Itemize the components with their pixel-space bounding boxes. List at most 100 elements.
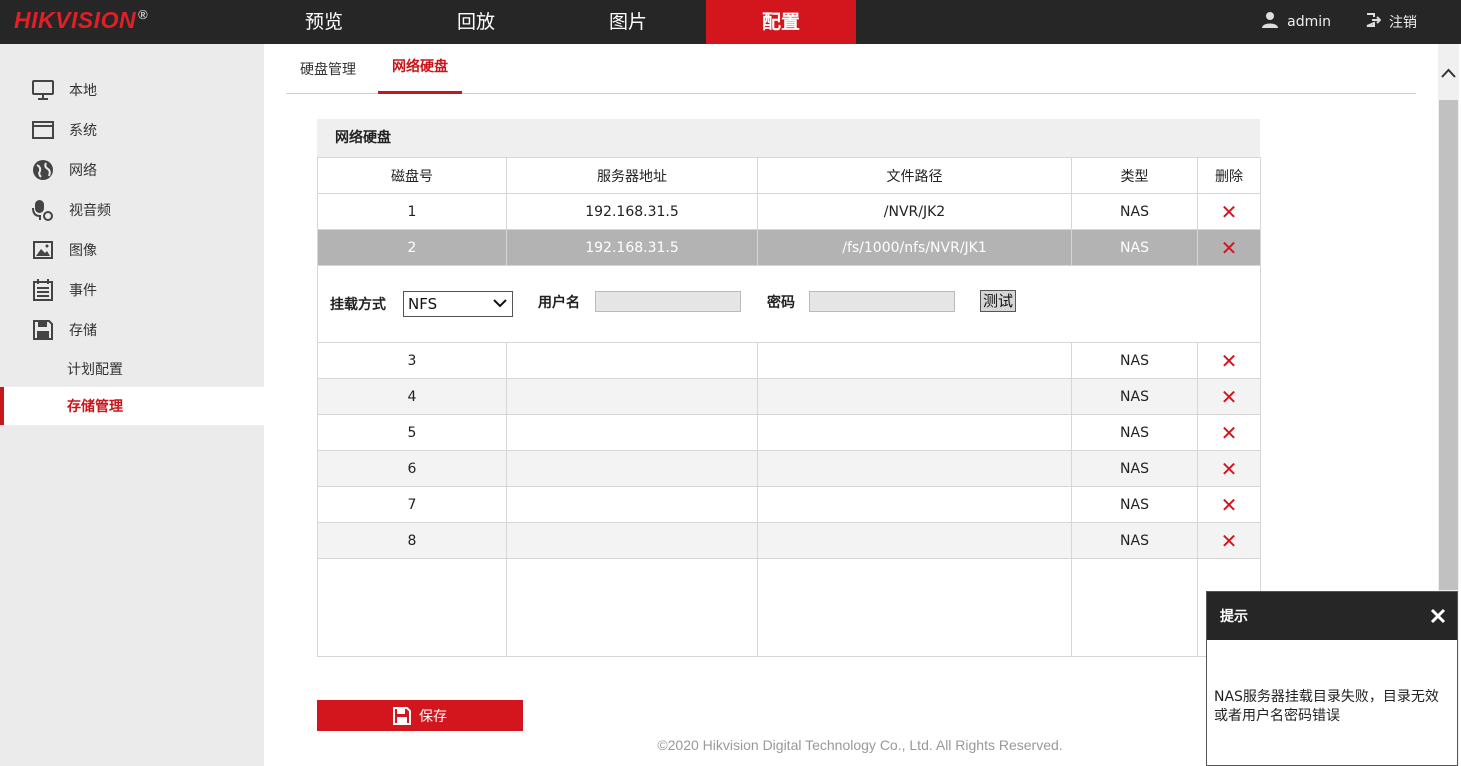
- password-field[interactable]: [809, 291, 955, 312]
- cell-disk-no: 8: [317, 522, 507, 559]
- cell-type: NAS: [1071, 414, 1198, 451]
- cell-delete: ✕: [1197, 229, 1261, 266]
- table-row[interactable]: 1 192.168.31.5 /NVR/JK2 NAS ✕: [317, 193, 1261, 230]
- cell-file-path[interactable]: [757, 522, 1072, 559]
- cell-disk-no: 5: [317, 414, 507, 451]
- cell-server-address[interactable]: 192.168.31.5: [506, 193, 758, 230]
- cell-delete: ✕: [1197, 414, 1261, 451]
- cell-server-address[interactable]: [506, 342, 758, 379]
- cell-server-address[interactable]: [506, 486, 758, 523]
- cell-server-address[interactable]: [506, 414, 758, 451]
- table-row[interactable]: 6 NAS ✕: [317, 450, 1261, 487]
- cell-type: NAS: [1071, 342, 1198, 379]
- sidebar-item-local[interactable]: 本地: [0, 70, 264, 110]
- cell-server-address[interactable]: [506, 378, 758, 415]
- cell-file-path[interactable]: /fs/1000/nfs/NVR/JK1: [757, 229, 1072, 266]
- delete-icon[interactable]: ✕: [1221, 457, 1238, 481]
- username-label: admin: [1287, 14, 1331, 30]
- cell-file-path[interactable]: /NVR/JK2: [757, 193, 1072, 230]
- nav-tab-picture[interactable]: 图片: [553, 0, 703, 44]
- delete-icon[interactable]: ✕: [1221, 493, 1238, 517]
- sidebar-item-video-audio[interactable]: 视音频: [0, 190, 264, 230]
- delete-icon[interactable]: ✕: [1221, 421, 1238, 445]
- cell-file-path[interactable]: [757, 486, 1072, 523]
- cell-delete: ✕: [1197, 522, 1261, 559]
- empty-cell: [1071, 558, 1198, 657]
- cell-server-address[interactable]: 192.168.31.5: [506, 229, 758, 266]
- sidebar-item-label: 视音频: [69, 203, 111, 219]
- cell-file-path[interactable]: [757, 450, 1072, 487]
- col-header-type: 类型: [1071, 157, 1198, 194]
- close-icon[interactable]: [1429, 607, 1447, 625]
- mount-settings-row: 挂载方式 NFS 用户名 密码 测试: [317, 265, 1261, 343]
- cell-delete: ✕: [1197, 193, 1261, 230]
- user-icon: [1261, 11, 1279, 33]
- cell-file-path[interactable]: [757, 378, 1072, 415]
- calendar-icon: [32, 279, 54, 301]
- tip-dialog: 提示 NAS服务器挂载目录失败，目录无效或者用户名密码错误: [1206, 591, 1458, 766]
- tab-network-disk[interactable]: 网络硬盘: [378, 44, 462, 94]
- username-label: 用户名: [538, 295, 580, 311]
- monitor-icon: [32, 79, 54, 101]
- image-icon: [32, 239, 54, 261]
- cell-disk-no: 6: [317, 450, 507, 487]
- table-row-selected[interactable]: 2 192.168.31.5 /fs/1000/nfs/NVR/JK1 NAS …: [317, 229, 1261, 266]
- delete-icon[interactable]: ✕: [1221, 349, 1238, 373]
- delete-icon[interactable]: ✕: [1221, 236, 1238, 260]
- logout-button[interactable]: 注销: [1365, 0, 1417, 44]
- table-row[interactable]: 5 NAS ✕: [317, 414, 1261, 451]
- sidebar-item-system[interactable]: 系统: [0, 110, 264, 150]
- sidebar-item-network[interactable]: 网络: [0, 150, 264, 190]
- nav-tab-preview[interactable]: 预览: [249, 0, 399, 44]
- cell-disk-no: 1: [317, 193, 507, 230]
- table-header: 磁盘号 服务器地址 文件路径 类型 删除: [317, 157, 1261, 194]
- user-menu[interactable]: admin: [1261, 0, 1331, 44]
- mount-method-label: 挂载方式: [330, 297, 386, 313]
- sidebar-item-storage[interactable]: 存储: [0, 310, 264, 350]
- sidebar-item-event[interactable]: 事件: [0, 270, 264, 310]
- cell-server-address[interactable]: [506, 522, 758, 559]
- cell-disk-no: 7: [317, 486, 507, 523]
- cell-delete: ✕: [1197, 342, 1261, 379]
- nav-tab-playback[interactable]: 回放: [401, 0, 551, 44]
- cell-type: NAS: [1071, 522, 1198, 559]
- chevron-down-icon: [493, 299, 507, 308]
- sidebar-item-image[interactable]: 图像: [0, 230, 264, 270]
- username-field[interactable]: [595, 291, 741, 312]
- table-empty-area: [317, 558, 1261, 657]
- delete-icon[interactable]: ✕: [1221, 529, 1238, 553]
- cell-file-path[interactable]: [757, 414, 1072, 451]
- cell-server-address[interactable]: [506, 450, 758, 487]
- table-row[interactable]: 7 NAS ✕: [317, 486, 1261, 523]
- video-audio-icon: [32, 199, 54, 221]
- floppy-icon: [393, 706, 411, 725]
- col-header-file-path: 文件路径: [757, 157, 1072, 194]
- scroll-up-icon[interactable]: [1438, 60, 1459, 86]
- tip-message: NAS服务器挂载目录失败，目录无效或者用户名密码错误: [1214, 689, 1439, 724]
- scrollbar-thumb[interactable]: [1439, 100, 1458, 590]
- nav-tab-config[interactable]: 配置: [706, 0, 856, 44]
- sidebar-item-label: 网络: [69, 163, 97, 179]
- copyright-footer: ©2020 Hikvision Digital Technology Co., …: [657, 737, 1063, 753]
- table-row[interactable]: 4 NAS ✕: [317, 378, 1261, 415]
- cell-file-path[interactable]: [757, 342, 1072, 379]
- delete-icon[interactable]: ✕: [1221, 385, 1238, 409]
- mount-settings-cell: 挂载方式 NFS 用户名 密码 测试: [317, 265, 1261, 343]
- mount-settings: 挂载方式 NFS 用户名 密码 测试: [318, 266, 1260, 342]
- sidebar-subitem-storage-mgmt[interactable]: 存储管理: [0, 387, 264, 425]
- tab-disk-management[interactable]: 硬盘管理: [286, 44, 370, 94]
- mount-method-select[interactable]: NFS: [403, 291, 513, 317]
- sidebar-subitem-schedule[interactable]: 计划配置: [0, 350, 264, 388]
- col-header-delete: 删除: [1197, 157, 1261, 194]
- table-row[interactable]: 3 NAS ✕: [317, 342, 1261, 379]
- logout-icon: [1365, 12, 1382, 32]
- tip-title: 提示: [1220, 609, 1248, 625]
- network-disk-panel: 网络硬盘 磁盘号 服务器地址 文件路径 类型 删除 1 192.168.31.5…: [317, 119, 1261, 657]
- hikvision-logo: HIKVISION ®: [14, 7, 149, 33]
- delete-icon[interactable]: ✕: [1221, 200, 1238, 224]
- save-button[interactable]: 保存: [317, 700, 523, 731]
- test-button[interactable]: 测试: [980, 290, 1016, 312]
- table-row[interactable]: 8 NAS ✕: [317, 522, 1261, 559]
- sidebar-item-label: 本地: [69, 83, 97, 99]
- empty-cell: [757, 558, 1072, 657]
